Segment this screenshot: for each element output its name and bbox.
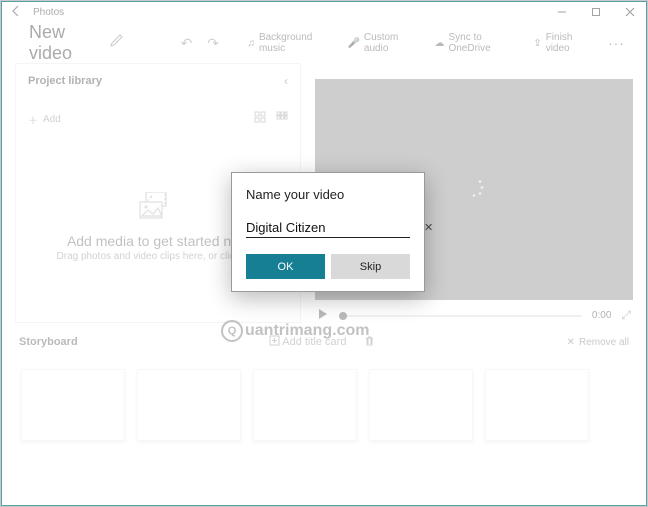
- dialog-title: Name your video: [246, 187, 410, 202]
- add-media-button[interactable]: ＋ Add: [28, 112, 61, 127]
- redo-button[interactable]: ↷: [205, 35, 222, 52]
- add-title-card-button[interactable]: Add title card: [269, 335, 347, 349]
- video-title: New video: [29, 22, 99, 64]
- storyboard-slot[interactable]: [137, 369, 241, 441]
- sync-label: Sync to OneDrive: [448, 32, 511, 54]
- minimize-button[interactable]: [545, 1, 579, 23]
- cloud-icon: ☁: [434, 38, 444, 49]
- time-label: 0:00: [592, 310, 611, 321]
- trash-icon[interactable]: [364, 335, 375, 349]
- play-button[interactable]: [317, 308, 329, 323]
- add-label: Add: [43, 114, 61, 125]
- undo-button[interactable]: ↶: [178, 35, 195, 52]
- add-title-card-label: Add title card: [282, 336, 346, 348]
- storyboard-slot[interactable]: [485, 369, 589, 441]
- background-music-button[interactable]: ♫ Background music: [241, 29, 331, 57]
- grid-view-icon[interactable]: [254, 110, 266, 128]
- bg-music-label: Background music: [259, 32, 326, 54]
- name-video-dialog: Name your video ✕ OK Skip: [231, 172, 425, 292]
- remove-all-label: Remove all: [579, 337, 629, 348]
- back-button[interactable]: [7, 5, 25, 20]
- finish-video-button[interactable]: ⇪ Finish video: [527, 29, 594, 57]
- library-title: Project library: [28, 75, 102, 87]
- more-button[interactable]: ···: [604, 35, 629, 51]
- loading-spinner-icon: [462, 175, 486, 204]
- collapse-library-icon[interactable]: ‹: [284, 74, 288, 88]
- storyboard-title: Storyboard: [19, 336, 78, 348]
- clear-input-icon[interactable]: ✕: [422, 221, 435, 234]
- custom-audio-label: Custom audio: [364, 32, 413, 54]
- custom-audio-button[interactable]: 🎤 Custom audio: [341, 29, 418, 57]
- app-title: Photos: [33, 7, 64, 18]
- close-icon: ✕: [567, 337, 575, 348]
- close-button[interactable]: [613, 1, 647, 23]
- plus-icon: ＋: [28, 112, 38, 127]
- edit-title-icon[interactable]: [109, 33, 125, 54]
- music-icon: ♫: [247, 38, 255, 49]
- audio-icon: 🎤: [347, 38, 359, 49]
- storyboard-slot[interactable]: [21, 369, 125, 441]
- finish-label: Finish video: [546, 32, 588, 54]
- export-icon: ⇪: [533, 38, 541, 49]
- storyboard-slot[interactable]: [369, 369, 473, 441]
- remove-all-button[interactable]: ✕ Remove all: [567, 337, 629, 348]
- fullscreen-icon[interactable]: ⤢: [621, 308, 631, 323]
- video-name-input[interactable]: [246, 220, 422, 235]
- timeline-slider[interactable]: [339, 315, 582, 317]
- sync-onedrive-button[interactable]: ☁ Sync to OneDrive: [428, 29, 517, 57]
- skip-button[interactable]: Skip: [331, 254, 410, 279]
- storyboard-slot[interactable]: [253, 369, 357, 441]
- list-view-icon[interactable]: [276, 110, 288, 128]
- ok-button[interactable]: OK: [246, 254, 325, 279]
- media-placeholder-icon: [138, 192, 178, 227]
- maximize-button[interactable]: [579, 1, 613, 23]
